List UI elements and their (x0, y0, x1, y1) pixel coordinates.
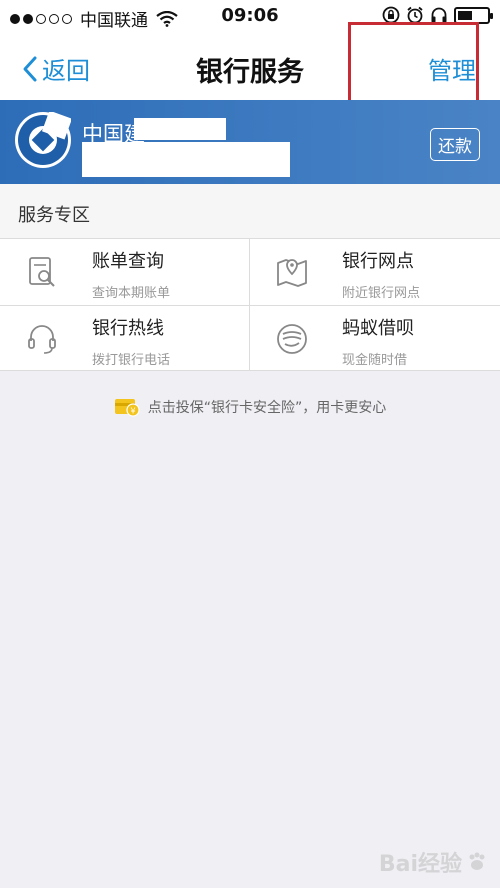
highlight-annotation-box (348, 22, 479, 104)
jiebei-icon (277, 324, 307, 354)
service-subtitle: 查询本期账单 (92, 286, 171, 301)
redaction-mask (82, 142, 290, 177)
bank-logo-icon (15, 112, 71, 168)
service-ant-jiebei[interactable]: 蚂蚁借呗 现金随时借 (250, 306, 500, 372)
service-title: 账单查询 (92, 251, 164, 272)
insurance-promo-link[interactable]: ¥ 点击投保“银行卡安全险”，用卡更安心 (0, 394, 500, 420)
svg-text:¥: ¥ (130, 407, 135, 416)
section-header: 服务专区 (0, 184, 500, 238)
section-title: 服务专区 (18, 205, 90, 226)
service-bill-query[interactable]: 账单查询 查询本期账单 (0, 239, 250, 305)
repay-button[interactable]: 还款 (430, 128, 480, 161)
bill-search-icon (29, 257, 55, 287)
service-bank-branches[interactable]: 银行网点 附近银行网点 (250, 239, 500, 305)
map-icon (277, 259, 307, 287)
service-title: 银行网点 (342, 251, 414, 272)
battery-icon (454, 6, 493, 24)
service-subtitle: 附近银行网点 (342, 286, 421, 301)
grid-divider (0, 305, 500, 306)
service-subtitle: 拨打银行电话 (92, 353, 171, 368)
card-insurance-icon: ¥ (114, 399, 140, 417)
insurance-text: 点击投保“银行卡安全险”，用卡更安心 (147, 400, 387, 416)
service-title: 银行热线 (92, 318, 164, 339)
watermark: Bai经验 (379, 846, 488, 878)
watermark-text: Bai经验 (378, 852, 462, 877)
service-subtitle: 现金随时借 (342, 353, 408, 368)
paw-icon (469, 852, 485, 870)
service-bank-hotline[interactable]: 银行热线 拨打银行电话 (0, 306, 250, 372)
service-grid: 账单查询 查询本期账单 银行网点 附近银行网点 银行热线 拨打银行电话 蚂蚁借呗… (0, 238, 500, 371)
redaction-mask (134, 118, 226, 140)
service-title: 蚂蚁借呗 (342, 318, 414, 339)
headset-icon (28, 325, 56, 354)
